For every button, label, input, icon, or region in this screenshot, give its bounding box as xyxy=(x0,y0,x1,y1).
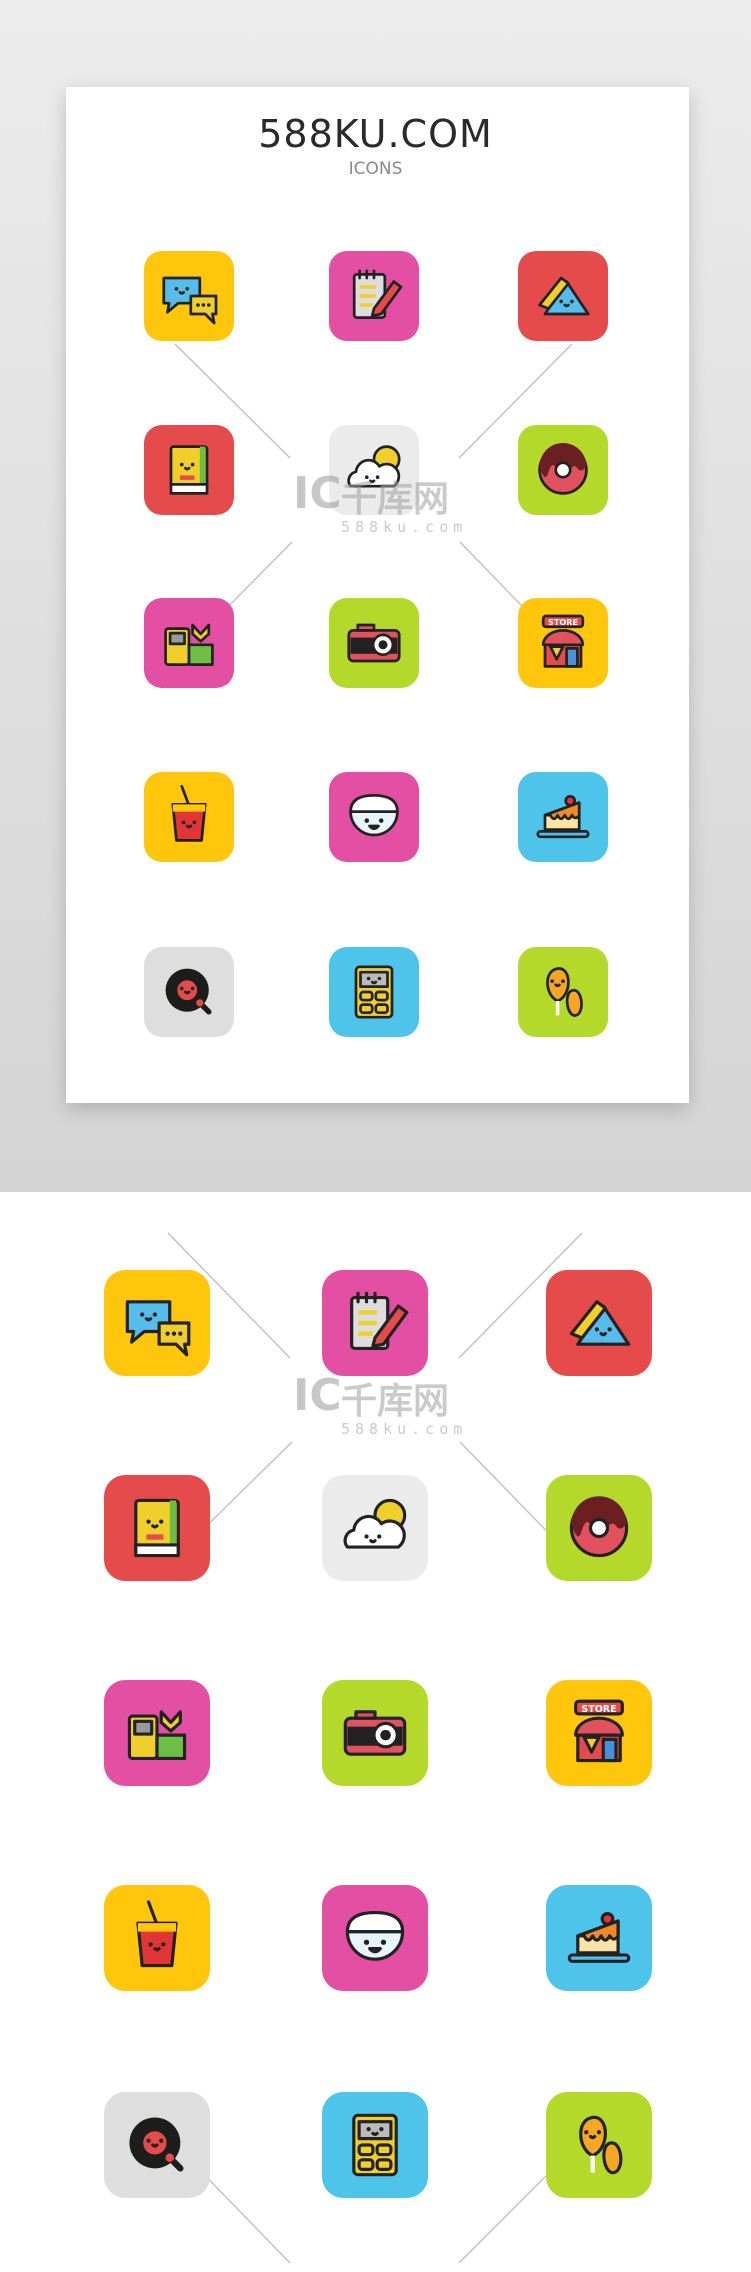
gameboy-plant-tile[interactable] xyxy=(104,1680,210,1786)
chicken-drumstick-icon xyxy=(579,2115,623,2175)
donut-icon xyxy=(569,1496,629,1558)
watermark-text: 千库网 xyxy=(341,479,450,520)
telephone-tile[interactable] xyxy=(546,1270,652,1376)
telephone-icon xyxy=(569,1300,631,1346)
notebook-tile[interactable] xyxy=(144,425,234,515)
chat-bubbles-icon xyxy=(162,276,218,325)
store-tile[interactable]: STORE xyxy=(546,1680,652,1786)
gameboy-plant-icon xyxy=(127,1710,187,1761)
watermark-logo: IC xyxy=(293,1370,342,1421)
donut-tile[interactable] xyxy=(518,425,608,515)
gameboy-plant-icon xyxy=(164,623,214,666)
drink-cup-icon xyxy=(136,1900,178,1968)
notepad-marker-icon xyxy=(350,1291,409,1351)
donut-icon xyxy=(538,443,588,495)
calculator-tile[interactable] xyxy=(329,947,419,1037)
chicken-drumstick-tile[interactable] xyxy=(546,2092,652,2198)
rice-bowl-tile[interactable] xyxy=(329,772,419,862)
telephone-icon xyxy=(538,276,590,316)
notepad-marker-tile[interactable] xyxy=(322,1270,428,1376)
page-title: 588KU.COM xyxy=(258,112,493,156)
rice-bowl-icon xyxy=(345,1910,405,1961)
chat-bubbles-tile[interactable] xyxy=(104,1270,210,1376)
watermark-url: 588ku.com xyxy=(341,1420,468,1438)
calculator-icon xyxy=(354,965,394,1019)
camera-icon xyxy=(347,623,401,663)
telephone-tile[interactable] xyxy=(518,251,608,341)
notebook-tile[interactable] xyxy=(104,1475,210,1581)
camera-tile[interactable] xyxy=(322,1680,428,1786)
gameboy-plant-tile[interactable] xyxy=(144,598,234,688)
vinyl-record-icon xyxy=(165,968,212,1015)
drink-cup-icon xyxy=(171,785,207,842)
cake-slice-tile[interactable] xyxy=(518,772,608,862)
watermark-text: 千库网 xyxy=(341,1381,450,1422)
drink-cup-tile[interactable] xyxy=(144,772,234,862)
vinyl-record-tile[interactable] xyxy=(104,2092,210,2198)
camera-tile[interactable] xyxy=(329,598,419,688)
drink-cup-tile[interactable] xyxy=(104,1885,210,1991)
watermark-url: 588ku.com xyxy=(341,518,468,536)
store-icon: STORE xyxy=(541,614,585,668)
chicken-drumstick-tile[interactable] xyxy=(518,947,608,1037)
notebook-icon xyxy=(169,445,209,495)
calculator-tile[interactable] xyxy=(322,2092,428,2198)
cake-slice-icon xyxy=(567,1912,631,1963)
rice-bowl-tile[interactable] xyxy=(322,1885,428,1991)
chat-bubbles-tile[interactable] xyxy=(144,251,234,341)
svg-text:STORE: STORE xyxy=(548,617,578,627)
watermark: IC 千库网 588ku.com xyxy=(293,468,473,538)
camera-icon xyxy=(343,1710,407,1756)
chat-bubbles-icon xyxy=(125,1300,191,1357)
watermark: IC 千库网 588ku.com xyxy=(293,1370,473,1440)
calculator-icon xyxy=(352,2113,398,2177)
notepad-marker-icon xyxy=(352,269,403,319)
notebook-icon xyxy=(134,1498,180,1558)
rice-bowl-icon xyxy=(349,794,399,837)
donut-tile[interactable] xyxy=(546,1475,652,1581)
cloud-sun-icon xyxy=(343,1498,407,1549)
svg-text:STORE: STORE xyxy=(581,1704,616,1715)
chicken-drumstick-icon xyxy=(546,967,583,1017)
store-icon: STORE xyxy=(574,1699,624,1763)
cake-slice-tile[interactable] xyxy=(546,1885,652,1991)
vinyl-record-tile[interactable] xyxy=(144,947,234,1037)
cloud-sun-tile[interactable] xyxy=(322,1475,428,1581)
page-subtitle: ICONS xyxy=(348,159,403,179)
cake-slice-icon xyxy=(536,794,590,839)
store-tile[interactable]: STORE xyxy=(518,598,608,688)
notepad-marker-tile[interactable] xyxy=(329,251,419,341)
vinyl-record-icon xyxy=(129,2117,184,2172)
watermark-logo: IC xyxy=(293,468,342,519)
